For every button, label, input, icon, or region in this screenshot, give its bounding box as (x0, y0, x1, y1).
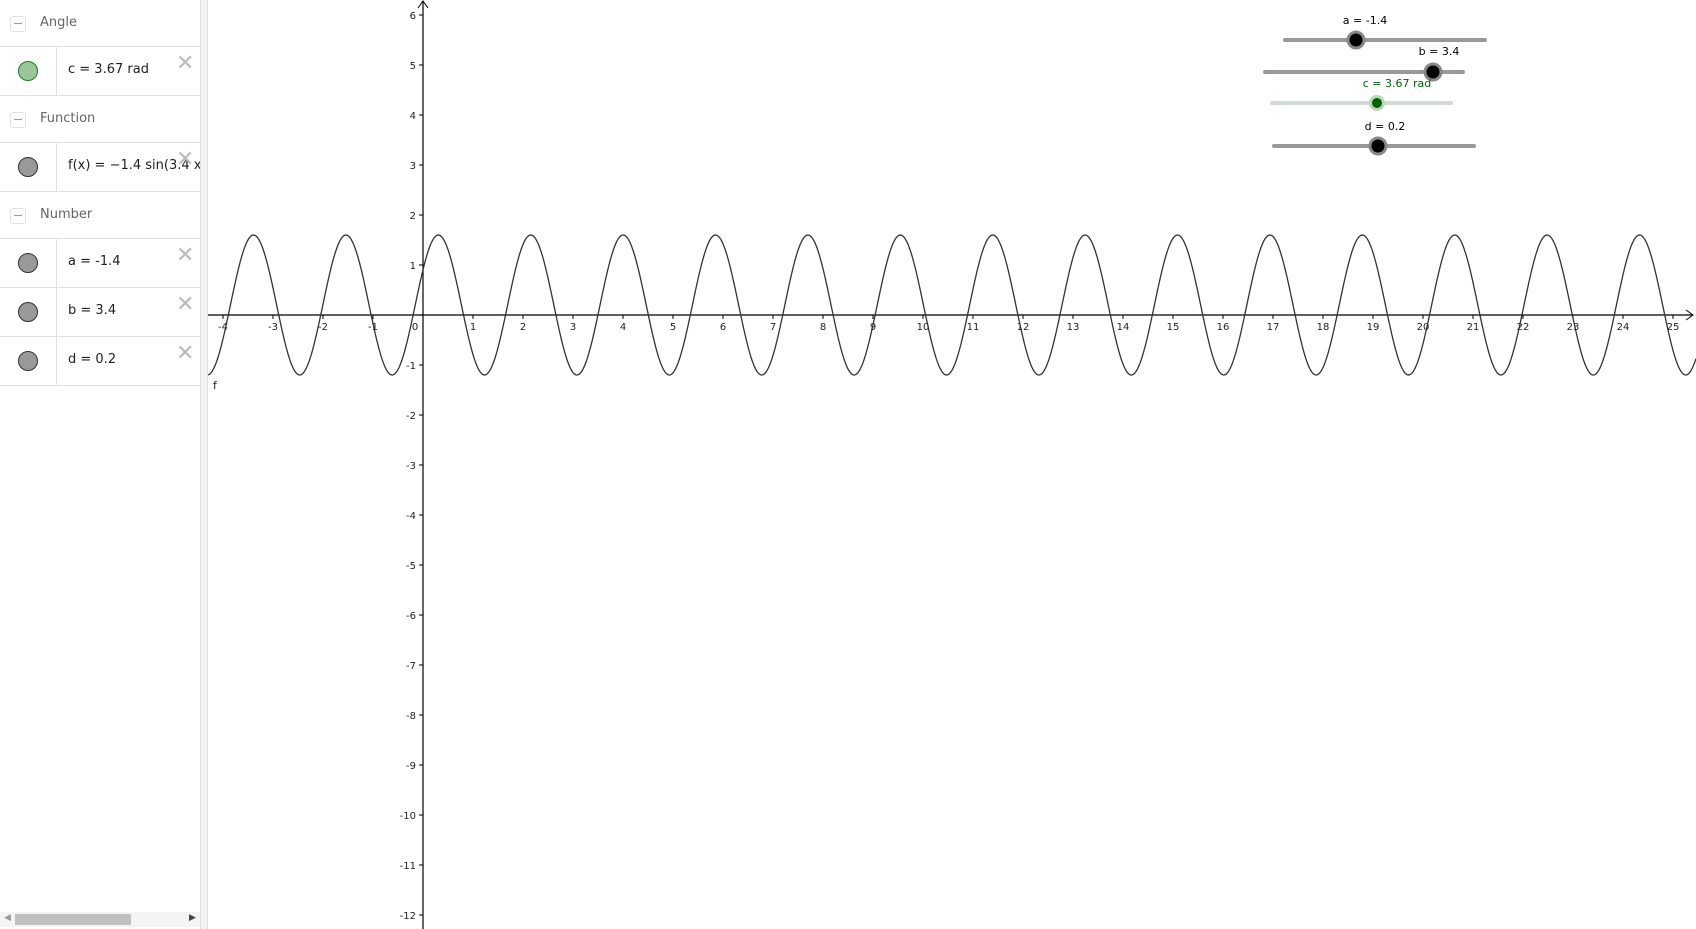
x-tick-label: 24 (1617, 322, 1630, 333)
x-tick-label: 18 (1317, 322, 1330, 333)
algebra-item-c[interactable]: c = 3.67 rad ✕ (0, 47, 200, 96)
visibility-toggle-icon[interactable] (18, 302, 38, 322)
collapse-icon[interactable] (10, 112, 26, 128)
horizontal-scrollbar[interactable]: ◀ ▶ (0, 912, 200, 927)
x-tick-label: 8 (820, 322, 826, 333)
slider-label: a = -1.4 (1342, 14, 1388, 27)
y-tick-label: -4 (406, 511, 416, 522)
slider-track[interactable] (1270, 101, 1453, 105)
slider-handle[interactable] (1368, 136, 1388, 156)
collapse-icon[interactable] (10, 208, 26, 224)
x-tick-label: 13 (1067, 322, 1080, 333)
group-label: Number (40, 207, 93, 222)
close-icon[interactable]: ✕ (176, 245, 194, 267)
function-curve-f[interactable] (208, 234, 1696, 376)
y-tick-label: -2 (406, 411, 416, 422)
group-header-function: Function (0, 96, 200, 143)
close-icon[interactable]: ✕ (176, 343, 194, 365)
y-tick-label: -1 (406, 361, 416, 372)
algebra-expression[interactable]: b = 3.4 (68, 303, 116, 318)
scrollbar-thumb[interactable] (15, 914, 131, 925)
slider-track[interactable] (1283, 38, 1487, 42)
algebra-expression[interactable]: a = -1.4 (68, 254, 121, 269)
y-tick-label: 5 (410, 61, 416, 72)
x-tick-label: 5 (670, 322, 676, 333)
y-tick-label: -3 (406, 461, 416, 472)
algebra-expression[interactable]: c = 3.67 rad (68, 62, 149, 77)
collapse-icon[interactable] (10, 16, 26, 32)
x-tick-label: 6 (720, 322, 726, 333)
visibility-toggle-icon[interactable] (18, 253, 38, 273)
slider-handle[interactable] (1346, 30, 1366, 50)
group-header-angle: Angle (0, 0, 200, 47)
y-tick-label: 4 (410, 111, 416, 122)
close-icon[interactable]: ✕ (176, 53, 194, 75)
slider-label: c = 3.67 rad (1362, 77, 1432, 90)
y-tick-label: -10 (400, 811, 416, 822)
slider-label: b = 3.4 (1418, 45, 1460, 58)
algebra-item-b[interactable]: b = 3.4 ✕ (0, 288, 200, 337)
view-divider[interactable] (201, 0, 208, 929)
visibility-toggle-icon[interactable] (18, 61, 38, 81)
group-label: Function (40, 111, 96, 126)
scroll-right-icon[interactable]: ▶ (189, 913, 196, 923)
algebra-item-a[interactable]: a = -1.4 ✕ (0, 239, 200, 288)
x-tick-label: 2 (520, 322, 526, 333)
slider-handle[interactable] (1368, 95, 1385, 111)
y-tick-label: 2 (410, 211, 416, 222)
x-tick-label: 14 (1117, 322, 1130, 333)
y-tick-label: -8 (406, 711, 416, 722)
x-tick-label: 19 (1367, 322, 1380, 333)
x-tick-label: 1 (470, 322, 476, 333)
y-tick-label: 6 (410, 11, 416, 22)
close-icon[interactable]: ✕ (176, 149, 194, 171)
y-tick-label: -11 (400, 861, 416, 872)
x-tick-label: 3 (570, 322, 576, 333)
close-icon[interactable]: ✕ (176, 294, 194, 316)
x-tick-label: 23 (1567, 322, 1580, 333)
group-header-number: Number (0, 192, 200, 239)
x-tick-label: 17 (1267, 322, 1280, 333)
algebra-item-d[interactable]: d = 0.2 ✕ (0, 337, 200, 386)
x-tick-label: -3 (268, 322, 278, 333)
x-tick-label: 15 (1167, 322, 1180, 333)
y-tick-label: -12 (400, 911, 416, 922)
algebra-view: Angle c = 3.67 rad ✕ Function f(x) = −1.… (0, 0, 201, 929)
slider-label: d = 0.2 (1364, 120, 1406, 133)
y-tick-label: -9 (406, 761, 416, 772)
y-tick-label: -7 (406, 661, 416, 672)
x-tick-label: 7 (770, 322, 776, 333)
x-tick-label: 12 (1017, 322, 1030, 333)
scroll-left-icon[interactable]: ◀ (4, 913, 11, 923)
graphics-view[interactable]: -4 -3 -2 -1 0 1 2 3 4 5 6 7 8 9 10 11 12 13 14 15 16 17 18 19 20… (208, 0, 1696, 929)
x-tick-label: 11 (967, 322, 980, 333)
x-tick-label: 16 (1217, 322, 1230, 333)
x-tick-label: 4 (620, 322, 626, 333)
visibility-toggle-icon[interactable] (18, 157, 38, 177)
function-label: f (213, 379, 218, 392)
visibility-toggle-icon[interactable] (18, 351, 38, 371)
algebra-item-f[interactable]: f(x) = −1.4 sin(3.4 x − ✕ (0, 143, 200, 192)
x-tick-label: 0 (412, 322, 418, 333)
group-label: Angle (40, 15, 77, 30)
x-tick-label: 21 (1467, 322, 1480, 333)
y-tick-label: 3 (410, 161, 416, 172)
y-tick-label: 1 (410, 261, 416, 272)
algebra-expression[interactable]: d = 0.2 (68, 352, 116, 367)
y-tick-label: -6 (406, 611, 416, 622)
y-tick-label: -5 (406, 561, 416, 572)
